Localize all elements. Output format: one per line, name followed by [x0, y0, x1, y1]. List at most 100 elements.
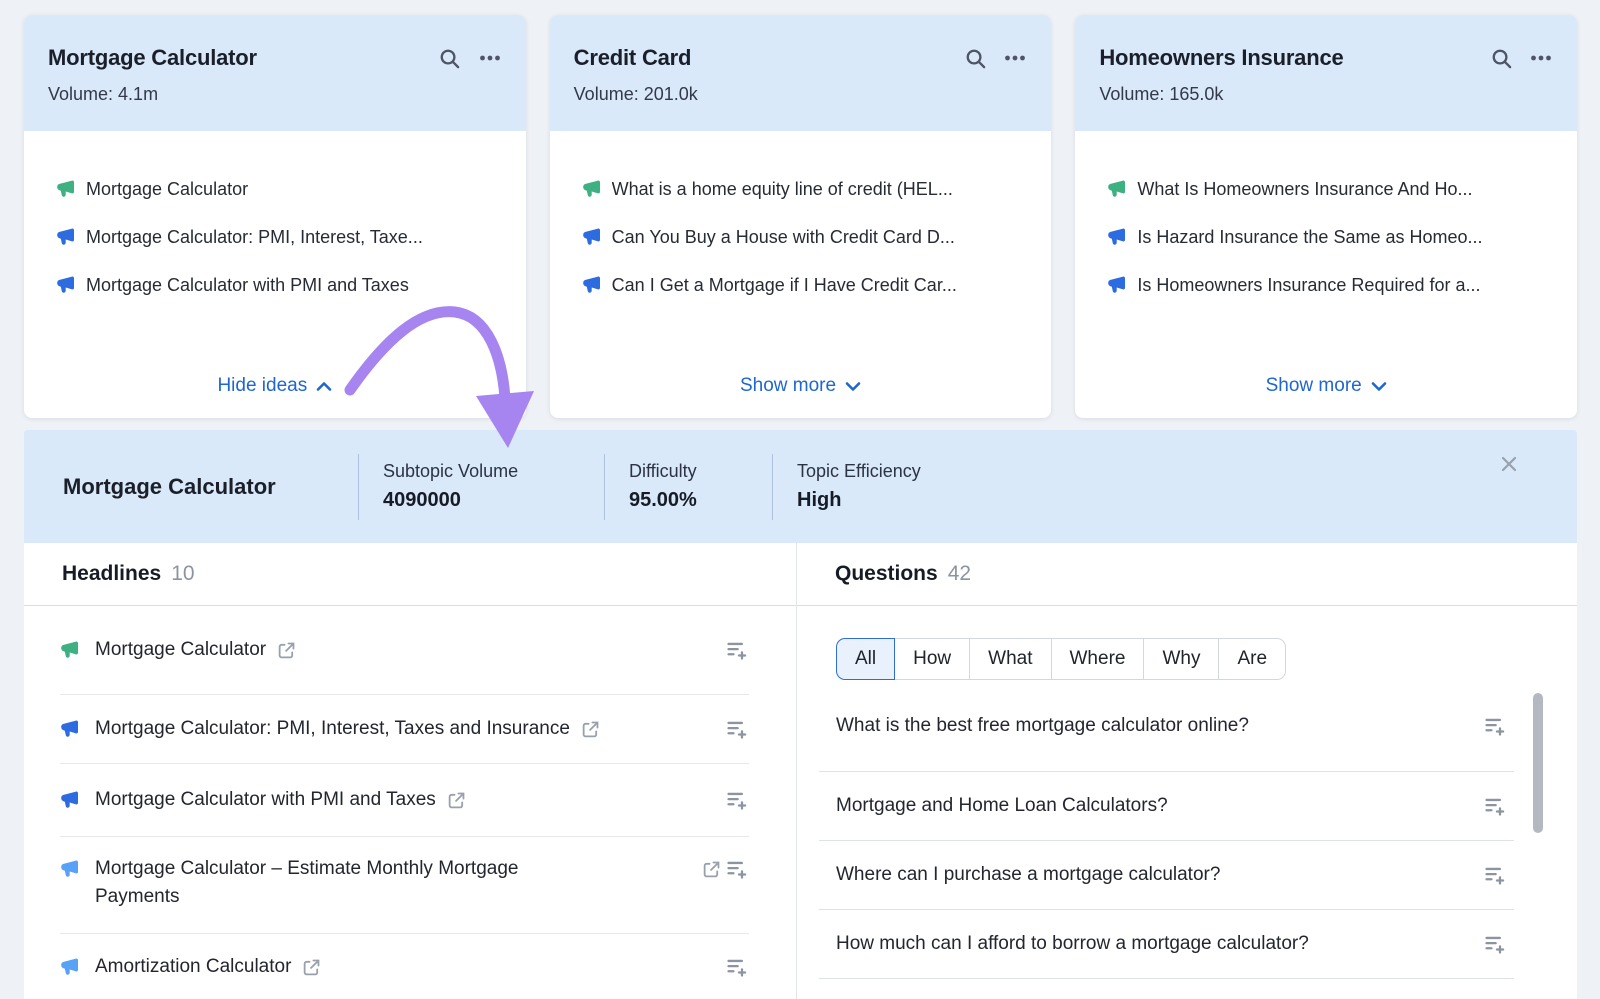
- detail-title: Mortgage Calculator: [24, 474, 358, 500]
- megaphone-icon: [56, 275, 76, 295]
- hide-ideas-label: Hide ideas: [217, 375, 307, 397]
- question-label: Mortgage and Home Loan Calculators?: [836, 795, 1168, 817]
- stat-label: Subtopic Volume: [383, 461, 604, 482]
- topic-cards-row: Mortgage Calculator Volume: 4.1m: [24, 15, 1577, 418]
- stat-difficulty: Difficulty 95.00%: [604, 454, 772, 520]
- headline-item: Mortgage Calculator with PMI and Taxes: [60, 764, 749, 837]
- headline-item: Mortgage Calculator – Estimate Monthly M…: [60, 837, 749, 934]
- card-header: Homeowners Insurance Volume: 165.0k: [1075, 15, 1577, 131]
- add-to-list-icon[interactable]: [725, 638, 749, 662]
- search-icon[interactable]: [438, 46, 462, 70]
- stat-label: Difficulty: [629, 461, 772, 482]
- add-to-list-icon[interactable]: [1483, 714, 1507, 738]
- idea-item[interactable]: Is Hazard Insurance the Same as Homeo...: [1107, 213, 1553, 261]
- topic-research-page: Mortgage Calculator Volume: 4.1m: [0, 0, 1600, 999]
- external-link-icon[interactable]: [702, 860, 721, 879]
- add-to-list-icon[interactable]: [725, 788, 749, 812]
- megaphone-icon: [60, 640, 80, 660]
- search-icon[interactable]: [963, 46, 987, 70]
- idea-label: Mortgage Calculator with PMI and Taxes: [86, 275, 409, 296]
- headline-label: Mortgage Calculator: [95, 636, 266, 664]
- more-menu-icon[interactable]: [1529, 46, 1553, 70]
- headline-label: Mortgage Calculator – Estimate Monthly M…: [95, 855, 565, 911]
- card-header: Mortgage Calculator Volume: 4.1m: [24, 15, 526, 131]
- add-to-list-icon[interactable]: [725, 857, 749, 881]
- stat-subtopic-volume: Subtopic Volume 4090000: [358, 454, 604, 520]
- card-volume: Volume: 4.1m: [48, 84, 502, 105]
- questions-count: 42: [948, 562, 971, 586]
- headlines-count: 10: [171, 562, 194, 586]
- headline-item: Mortgage Calculator: [60, 606, 749, 695]
- idea-label: What Is Homeowners Insurance And Ho...: [1137, 179, 1472, 200]
- add-to-list-icon[interactable]: [1483, 932, 1507, 956]
- idea-item[interactable]: Is Homeowners Insurance Required for a..…: [1107, 261, 1553, 309]
- card-body: What Is Homeowners Insurance And Ho... I…: [1075, 131, 1577, 418]
- stat-value: 4090000: [383, 489, 604, 512]
- external-link-icon[interactable]: [447, 791, 466, 810]
- question-filters: All How What Where Why Are: [836, 638, 1577, 680]
- megaphone-icon: [1107, 179, 1127, 199]
- search-icon[interactable]: [1489, 46, 1513, 70]
- chevron-down-icon: [845, 381, 861, 392]
- card-title: Credit Card: [574, 45, 964, 71]
- idea-item[interactable]: What Is Homeowners Insurance And Ho...: [1107, 165, 1553, 213]
- idea-item[interactable]: What is a home equity line of credit (HE…: [582, 165, 1028, 213]
- show-more-button[interactable]: Show more: [550, 374, 1052, 398]
- card-volume: Volume: 165.0k: [1099, 84, 1553, 105]
- questions-title: Questions: [835, 562, 938, 586]
- idea-item[interactable]: Can I Get a Mortgage if I Have Credit Ca…: [582, 261, 1028, 309]
- megaphone-icon: [60, 719, 80, 739]
- topic-card-homeowners-insurance: Homeowners Insurance Volume: 165.0k: [1075, 15, 1577, 418]
- megaphone-icon: [56, 227, 76, 247]
- filter-what[interactable]: What: [969, 638, 1051, 680]
- filter-how[interactable]: How: [894, 638, 970, 680]
- stat-value: 95.00%: [629, 489, 772, 512]
- external-link-icon[interactable]: [277, 641, 296, 660]
- filter-are[interactable]: Are: [1218, 638, 1286, 680]
- add-to-list-icon[interactable]: [725, 717, 749, 741]
- question-item: Where can I purchase a mortgage calculat…: [819, 841, 1514, 910]
- megaphone-icon: [60, 790, 80, 810]
- idea-item[interactable]: Can You Buy a House with Credit Card D..…: [582, 213, 1028, 261]
- filter-where[interactable]: Where: [1051, 638, 1145, 680]
- external-link-icon[interactable]: [302, 958, 321, 977]
- idea-label: Mortgage Calculator: PMI, Interest, Taxe…: [86, 227, 423, 248]
- questions-list: What is the best free mortgage calculato…: [797, 680, 1577, 979]
- headline-label: Amortization Calculator: [95, 953, 291, 981]
- question-label: What is the best free mortgage calculato…: [836, 715, 1249, 737]
- show-more-button[interactable]: Show more: [1075, 374, 1577, 398]
- headline-item: Mortgage Calculator: PMI, Interest, Taxe…: [60, 695, 749, 764]
- headline-item: Amortization Calculator: [60, 934, 749, 999]
- add-to-list-icon[interactable]: [1483, 863, 1507, 887]
- hide-ideas-button[interactable]: Hide ideas: [24, 374, 526, 398]
- more-menu-icon[interactable]: [1003, 46, 1027, 70]
- megaphone-icon: [1107, 275, 1127, 295]
- question-item: How much can I afford to borrow a mortga…: [819, 910, 1514, 979]
- headline-label: Mortgage Calculator with PMI and Taxes: [95, 786, 436, 814]
- filter-all[interactable]: All: [836, 638, 895, 680]
- idea-item[interactable]: Mortgage Calculator with PMI and Taxes: [56, 261, 502, 309]
- topic-card-mortgage-calculator: Mortgage Calculator Volume: 4.1m: [24, 15, 526, 418]
- external-link-icon[interactable]: [581, 720, 600, 739]
- close-icon[interactable]: [1499, 454, 1519, 474]
- megaphone-icon: [56, 179, 76, 199]
- questions-column: Questions 42 All How What Where Why Are …: [797, 543, 1577, 999]
- add-to-list-icon[interactable]: [725, 955, 749, 979]
- idea-label: Is Homeowners Insurance Required for a..…: [1137, 275, 1480, 296]
- questions-header: Questions 42: [797, 543, 1577, 606]
- card-body: What is a home equity line of credit (HE…: [550, 131, 1052, 418]
- chevron-up-icon: [316, 381, 332, 392]
- megaphone-icon: [60, 859, 80, 879]
- card-body: Mortgage Calculator Mortgage Calculator:…: [24, 131, 526, 418]
- card-title: Mortgage Calculator: [48, 45, 438, 71]
- idea-label: Can I Get a Mortgage if I Have Credit Ca…: [612, 275, 957, 296]
- show-more-label: Show more: [1266, 375, 1362, 397]
- questions-scrollbar[interactable]: [1533, 693, 1543, 833]
- filter-why[interactable]: Why: [1143, 638, 1219, 680]
- more-menu-icon[interactable]: [478, 46, 502, 70]
- idea-item[interactable]: Mortgage Calculator: PMI, Interest, Taxe…: [56, 213, 502, 261]
- topic-card-credit-card: Credit Card Volume: 201.0k: [550, 15, 1052, 418]
- add-to-list-icon[interactable]: [1483, 794, 1507, 818]
- idea-item[interactable]: Mortgage Calculator: [56, 165, 502, 213]
- question-item: What is the best free mortgage calculato…: [819, 680, 1514, 772]
